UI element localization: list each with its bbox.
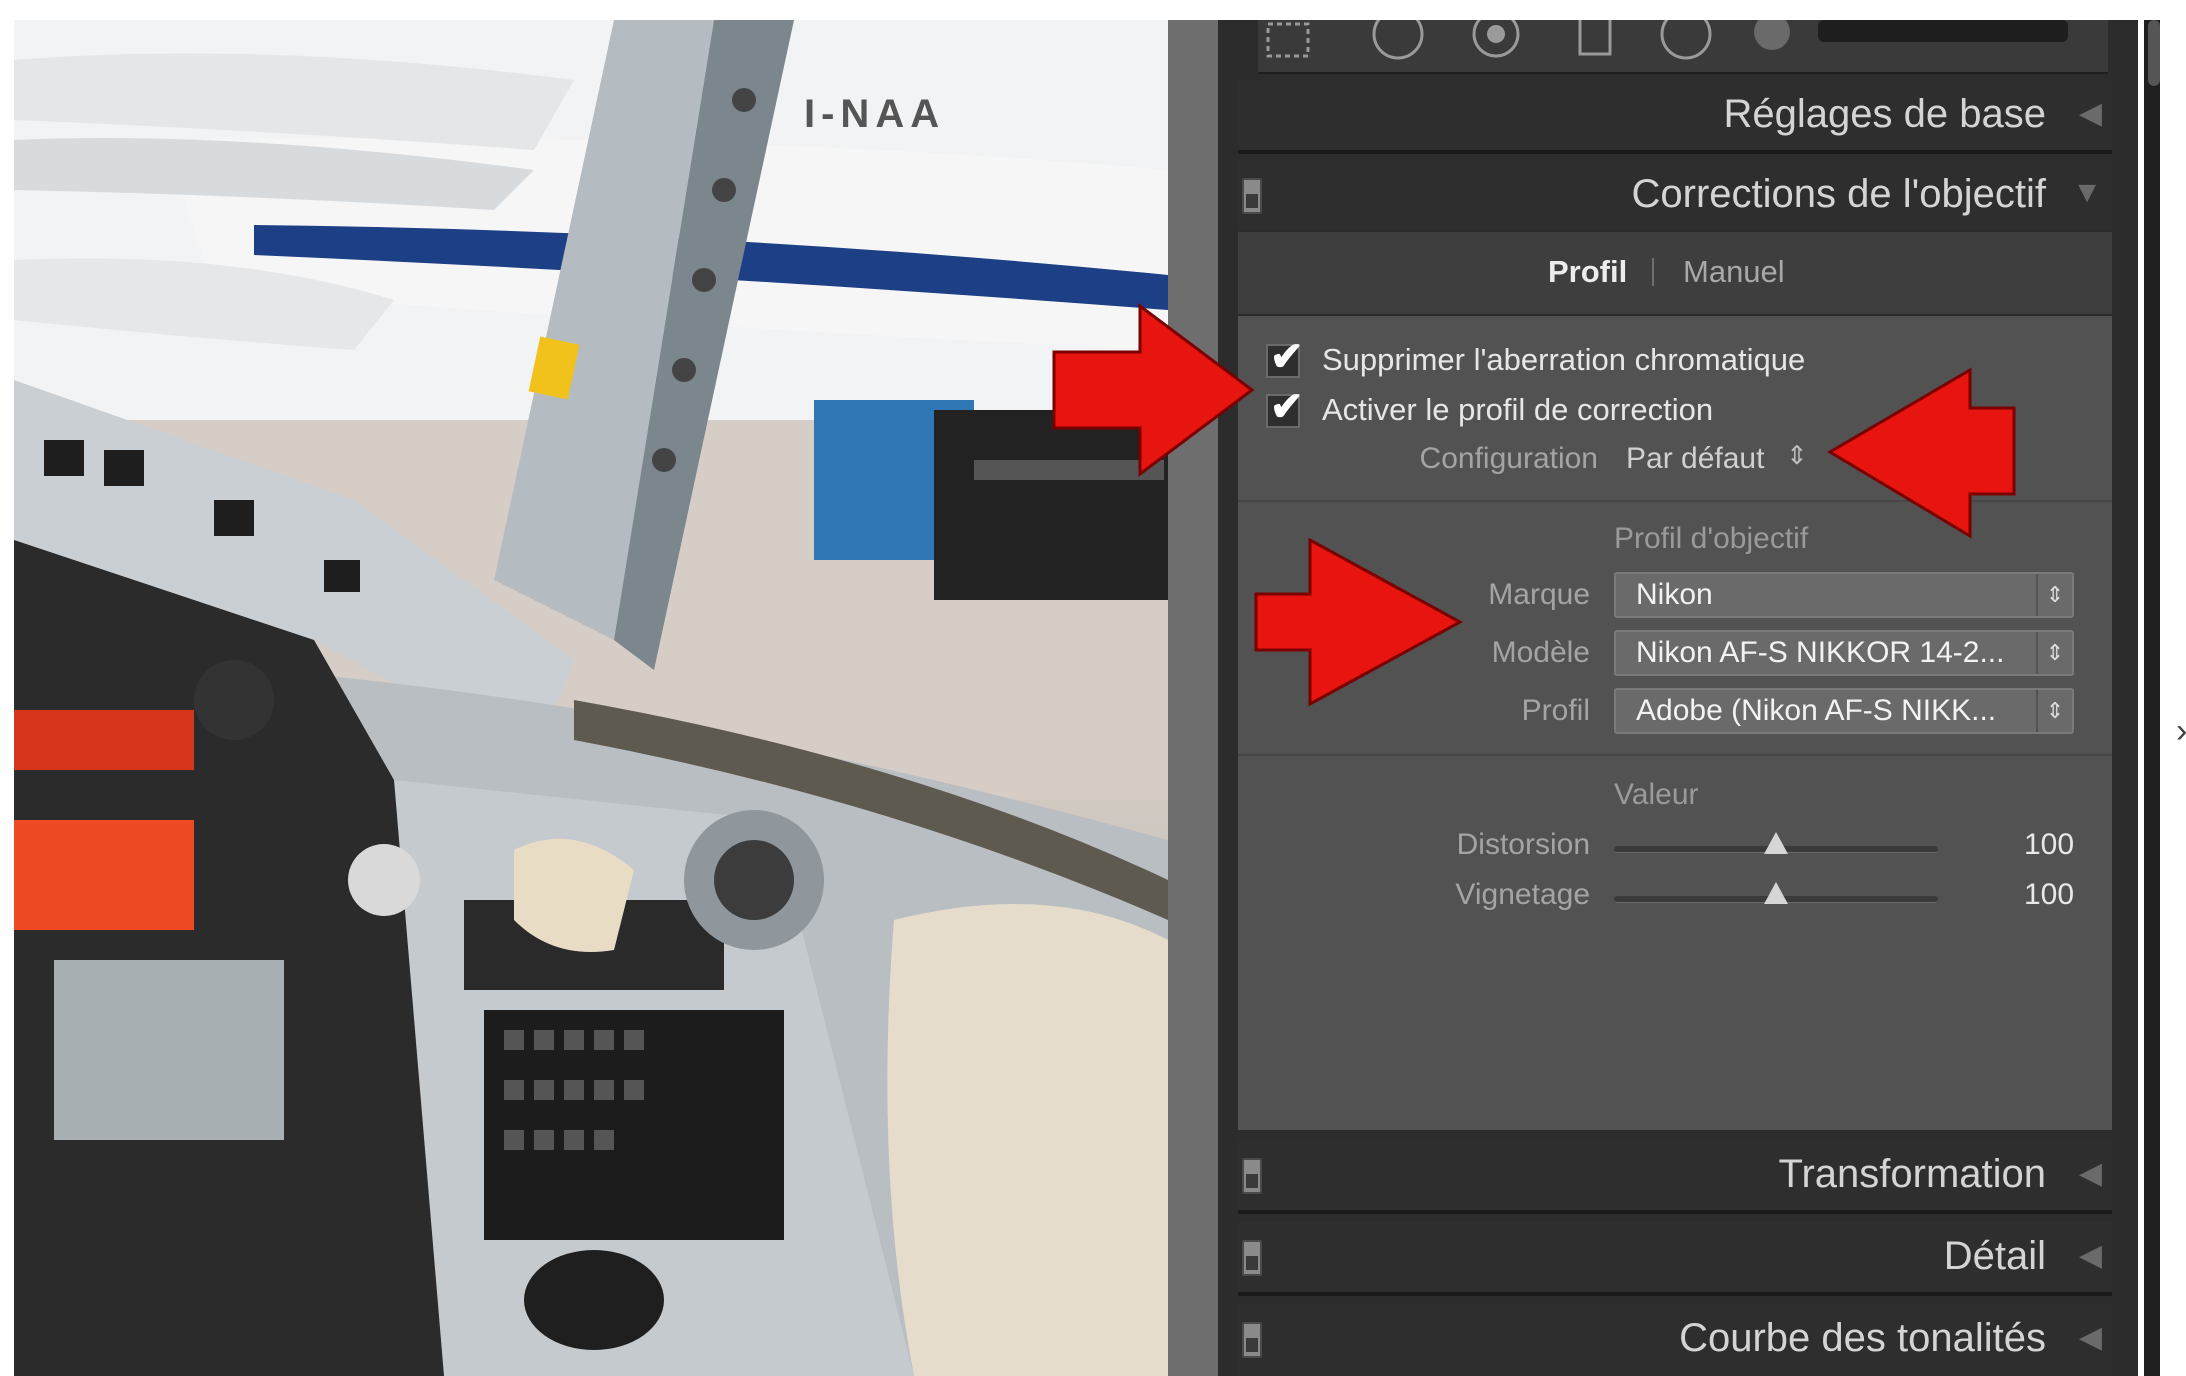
panel-switch-icon[interactable] <box>1242 1158 1262 1194</box>
graduated-filter-icon[interactable] <box>1578 20 1612 56</box>
remove-ca-checkbox[interactable]: ✔ <box>1266 335 1304 379</box>
make-label: Marque <box>1488 578 1590 611</box>
model-label: Modèle <box>1491 636 1590 669</box>
collapse-triangle-icon[interactable]: ◀ <box>2079 96 2102 131</box>
select-arrow-icon: ⇕ <box>2036 632 2072 674</box>
section-tone-curve-title: Courbe des tonalités <box>1679 1316 2046 1360</box>
collapse-triangle-icon[interactable]: ◀ <box>2079 1156 2102 1191</box>
vignetting-label: Vignetage <box>1455 878 1590 911</box>
make-select[interactable]: Nikon ⇕ <box>1614 572 2074 618</box>
tab-manuel[interactable]: Manuel <box>1683 254 1785 290</box>
checkbox-check-icon: ✔ <box>1270 385 1304 429</box>
distortion-slider-thumb[interactable] <box>1764 832 1788 854</box>
collapse-triangle-icon[interactable]: ◀ <box>2079 1238 2102 1273</box>
crop-icon[interactable] <box>1266 22 1310 58</box>
vignetting-value[interactable]: 100 <box>2024 878 2074 912</box>
make-value: Nikon <box>1636 578 1713 611</box>
section-basic-title: Réglages de base <box>1723 92 2046 136</box>
profile-label: Profil <box>1521 694 1590 727</box>
panel-scrollbar[interactable] <box>2148 20 2160 86</box>
vignetting-slider-thumb[interactable] <box>1764 882 1788 904</box>
cockpit-photo <box>14 20 1168 1376</box>
profile-value: Adobe (Nikon AF-S NIKK... <box>1636 694 1997 727</box>
section-lens-title: Corrections de l'objectif <box>1631 172 2047 216</box>
model-value: Nikon AF-S NIKKOR 14-2... <box>1636 636 2005 669</box>
right-edge <box>2138 0 2186 1376</box>
model-select[interactable]: Nikon AF-S NIKKOR 14-2... ⇕ <box>1614 630 2074 676</box>
section-basic[interactable]: Réglages de base ◀ <box>1238 80 2112 154</box>
lens-profile-heading: Profil d'objectif <box>1614 522 1809 555</box>
section-detail[interactable]: Détail ◀ <box>1238 1222 2112 1296</box>
expand-triangle-icon[interactable]: ▼ <box>2072 176 2102 210</box>
profile-select[interactable]: Adobe (Nikon AF-S NIKK... ⇕ <box>1614 688 2074 734</box>
setup-label: Configuration <box>1419 442 1598 475</box>
section-tone-curve[interactable]: Courbe des tonalités ◀ <box>1238 1304 2112 1376</box>
panel-collapse-chevron-icon[interactable]: › <box>2176 712 2186 751</box>
enable-profile-checkbox[interactable]: ✔ <box>1266 385 1304 429</box>
setup-value[interactable]: Par défaut <box>1626 442 1764 476</box>
panel-switch-icon[interactable] <box>1242 178 1262 214</box>
panel-switch-icon[interactable] <box>1242 1240 1262 1276</box>
tab-profil[interactable]: Profil <box>1548 254 1627 290</box>
distortion-label: Distorsion <box>1456 828 1590 861</box>
radial-filter-icon[interactable] <box>1660 20 1712 60</box>
panel-gutter <box>1168 0 1218 1376</box>
aircraft-registration: I-NAA <box>804 92 946 136</box>
select-arrow-icon[interactable]: ⇕ <box>1786 440 1808 471</box>
enable-profile-label: Activer le profil de correction <box>1322 392 1714 427</box>
red-eye-icon[interactable] <box>1472 20 1520 58</box>
tool-strip <box>1218 20 2138 80</box>
collapse-triangle-icon[interactable]: ◀ <box>2079 1320 2102 1355</box>
remove-ca-label: Supprimer l'aberration chromatique <box>1322 342 1806 377</box>
select-arrow-icon: ⇕ <box>2036 690 2072 732</box>
photo-preview: I-NAA <box>14 20 1168 1376</box>
checkbox-check-icon: ✔ <box>1270 335 1304 379</box>
adjustment-brush-icon[interactable] <box>1754 20 1790 50</box>
lens-tabbar: Profil Manuel <box>1238 232 2112 316</box>
tool-icons <box>1266 20 2068 60</box>
toggle-switch-icon[interactable] <box>1818 20 2068 42</box>
tab-separator <box>1652 258 1654 286</box>
section-transformation[interactable]: Transformation ◀ <box>1238 1140 2112 1214</box>
select-arrow-icon: ⇕ <box>2036 574 2072 616</box>
section-lens-corrections[interactable]: Corrections de l'objectif ▼ <box>1238 160 2112 230</box>
lens-corrections-body: Profil Manuel ✔ Supprimer l'aberration c… <box>1238 232 2112 1130</box>
section-transformation-title: Transformation <box>1778 1152 2047 1196</box>
section-detail-title: Détail <box>1943 1234 2046 1278</box>
spot-removal-icon[interactable] <box>1372 20 1424 60</box>
panel-switch-icon[interactable] <box>1242 1322 1262 1358</box>
distortion-value[interactable]: 100 <box>2024 828 2074 862</box>
amount-heading: Valeur <box>1614 778 1699 811</box>
